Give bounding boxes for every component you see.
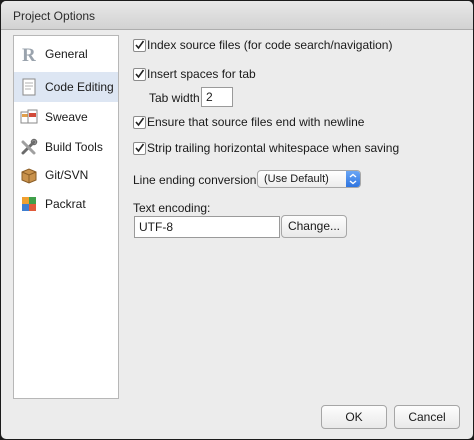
change-encoding-button[interactable]: Change... [281, 215, 347, 238]
sidebar-item-label: Git/SVN [45, 168, 89, 182]
sidebar-item-label: Sweave [45, 110, 88, 124]
text-encoding-label: Text encoding: [133, 201, 211, 215]
checkmark-icon [135, 40, 145, 50]
select-arrows-icon [346, 171, 360, 187]
sidebar-item-code-editing[interactable]: Code Editing [14, 72, 118, 102]
ensure-newline-label: Ensure that source files end with newlin… [147, 115, 365, 129]
checkmark-icon [135, 143, 145, 153]
sidebar-item-label: Packrat [45, 197, 86, 211]
sidebar-item-label: Code Editing [45, 80, 114, 94]
sidebar-item-git-svn[interactable]: Git/SVN [14, 160, 118, 190]
r-logo-icon: R [22, 45, 36, 64]
window-title: Project Options [13, 9, 96, 23]
sweave-icon [20, 109, 38, 124]
sidebar-item-general[interactable]: R General [14, 39, 118, 69]
tab-width-input[interactable]: 2 [201, 87, 233, 107]
sidebar-item-packrat[interactable]: Packrat [14, 189, 118, 219]
line-ending-value: (Use Default) [264, 173, 329, 185]
svg-text:R: R [22, 45, 36, 64]
index-source-checkbox[interactable] [133, 39, 146, 52]
sidebar-item-label: Build Tools [45, 140, 103, 154]
project-options-dialog: Project Options R General Code Editing S… [1, 1, 473, 439]
text-encoding-input[interactable]: UTF-8 [134, 216, 280, 238]
line-ending-select[interactable]: (Use Default) [257, 170, 361, 188]
insert-spaces-label: Insert spaces for tab [147, 67, 256, 81]
strip-whitespace-label: Strip trailing horizontal whitespace whe… [147, 141, 400, 155]
package-box-icon [21, 168, 37, 184]
tab-width-label: Tab width [149, 91, 200, 105]
checkmark-icon [135, 117, 145, 127]
insert-spaces-checkbox[interactable] [133, 68, 146, 81]
packrat-icon [22, 197, 36, 211]
sidebar-item-build-tools[interactable]: Build Tools [14, 132, 118, 162]
sidebar: R General Code Editing Sweave Build Tool… [13, 35, 119, 399]
document-icon [22, 78, 36, 96]
sidebar-item-label: General [45, 47, 88, 61]
tools-icon [21, 138, 38, 155]
checkmark-icon [135, 69, 145, 79]
ensure-newline-checkbox[interactable] [133, 116, 146, 129]
sidebar-item-sweave[interactable]: Sweave [14, 102, 118, 132]
index-source-label: Index source files (for code search/navi… [147, 38, 393, 52]
strip-whitespace-checkbox[interactable] [133, 142, 146, 155]
cancel-button[interactable]: Cancel [394, 405, 460, 429]
ok-button[interactable]: OK [321, 405, 387, 429]
line-ending-label: Line ending conversion: [133, 173, 260, 187]
title-bar[interactable]: Project Options [1, 1, 473, 30]
